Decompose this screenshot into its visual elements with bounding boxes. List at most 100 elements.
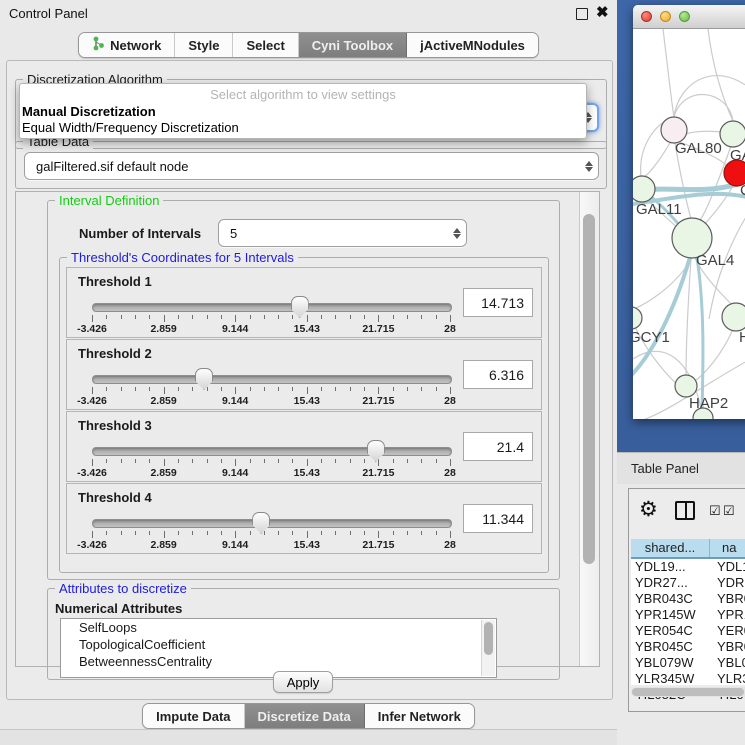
slider-tick-label: 2.859	[150, 539, 176, 551]
slider-tick	[393, 459, 394, 463]
network-node-label: GCY1	[633, 329, 670, 346]
table-toolbar: ⚙ ☑ ☑	[629, 489, 745, 535]
tab-network[interactable]: Network	[79, 33, 175, 57]
bottom-tab-impute-data[interactable]: Impute Data	[143, 704, 244, 728]
zoom-traffic-light-icon[interactable]	[679, 11, 690, 22]
table-data-combobox[interactable]: galFiltered.sif default node	[24, 152, 599, 180]
cell-name: YBR0	[709, 639, 745, 655]
slider-tick	[106, 315, 107, 319]
network-node-gal11[interactable]	[633, 176, 655, 202]
tab-label: Style	[188, 38, 219, 53]
node-table: shared...na YDL19...YDL1YDR27...YDR2YBR0…	[631, 539, 745, 685]
slider-tick	[393, 315, 394, 319]
threshold-slider[interactable]: -3.4262.8599.14415.4321.71528	[92, 438, 450, 478]
gear-icon[interactable]: ⚙	[639, 498, 658, 522]
slider-tick	[135, 315, 136, 319]
slider-tick	[407, 315, 408, 319]
column-header[interactable]: shared...	[631, 539, 710, 557]
threshold-slider[interactable]: -3.4262.8599.14415.4321.71528	[92, 510, 450, 550]
table-row[interactable]: YBL079WYBL0	[631, 655, 745, 671]
tab-jactivemnodules[interactable]: jActiveMNodules	[407, 33, 538, 57]
close-traffic-light-icon[interactable]	[641, 11, 652, 22]
table-row[interactable]: YBR045CYBR0	[631, 639, 745, 655]
checkbox-icon[interactable]: ☑	[723, 503, 735, 519]
tab-select[interactable]: Select	[233, 33, 298, 57]
tab-label: jActiveMNodules	[420, 38, 525, 53]
slider-tick	[164, 459, 165, 466]
apply-button[interactable]: Apply	[273, 671, 333, 693]
table-row[interactable]: YLR345WYLR3	[631, 671, 745, 687]
slider-tick-label: -3.426	[77, 467, 107, 479]
slider-tick	[149, 531, 150, 535]
bottom-tab-discretize-data[interactable]: Discretize Data	[245, 704, 365, 728]
table-hscrollbar[interactable]	[631, 687, 745, 697]
table-frame: ⚙ ☑ ☑ shared...na YDL19...YDL1YDR27...YD…	[628, 488, 745, 712]
tab-cyni-toolbox[interactable]: Cyni Toolbox	[299, 33, 407, 57]
close-icon[interactable]: ✖	[596, 3, 609, 21]
algorithm-option[interactable]: Equal Width/Frequency Discretization	[22, 120, 239, 135]
table-row[interactable]: YBR043CYBR0	[631, 591, 745, 607]
network-node-h[interactable]	[722, 303, 745, 331]
network-node-hap2[interactable]	[675, 375, 697, 397]
slider-tick	[321, 387, 322, 391]
network-node-gcy1[interactable]	[633, 307, 642, 329]
table-row[interactable]: YDL19...YDL1	[631, 559, 745, 575]
network-edge	[708, 29, 733, 121]
table-data-value: galFiltered.sif default node	[25, 159, 580, 174]
network-node-label: GAL4	[696, 252, 734, 269]
combo-arrows-icon	[580, 161, 598, 172]
cyni-toolbox-content: Discretization Algorithm Select algorith…	[6, 60, 613, 700]
slider-tick	[335, 315, 336, 319]
table-row[interactable]: YPR145WYPR1	[631, 607, 745, 623]
algorithm-dropdown-popup: Select algorithm to view settings Manual…	[19, 83, 587, 139]
slider-tick	[335, 459, 336, 463]
slider-handle[interactable]	[252, 512, 270, 534]
threshold-value-field[interactable]: 21.4	[463, 432, 533, 461]
threshold-value-field[interactable]: 6.316	[463, 360, 533, 389]
slider-tick	[292, 315, 293, 319]
slider-tick	[192, 387, 193, 391]
slider-tick	[92, 459, 93, 466]
threshold-slider[interactable]: -3.4262.8599.14415.4321.71528	[92, 366, 450, 406]
float-icon[interactable]	[576, 8, 588, 20]
attribute-list-item[interactable]: TopologicalCoefficient	[61, 636, 496, 653]
threshold-slider[interactable]: -3.4262.8599.14415.4321.71528	[92, 294, 450, 334]
network-node-label: GAL80	[675, 140, 722, 157]
slider-tick	[250, 315, 251, 319]
table-row[interactable]: YDR27...YDR2	[631, 575, 745, 591]
slider-tick	[407, 459, 408, 463]
attributes-scrollbar[interactable]	[481, 620, 495, 676]
num-intervals-label: Number of Intervals	[79, 226, 201, 241]
network-window-titlebar[interactable]	[633, 5, 745, 29]
checkbox-icon[interactable]: ☑	[709, 503, 721, 519]
pane-scrollbar[interactable]	[579, 192, 599, 666]
slider-tick	[178, 531, 179, 535]
slider-track	[92, 375, 452, 384]
slider-tick	[164, 387, 165, 394]
bottom-tab-infer-network[interactable]: Infer Network	[365, 704, 474, 728]
slider-tick	[235, 387, 236, 394]
network-edge	[686, 258, 691, 376]
split-columns-icon[interactable]	[675, 501, 695, 520]
network-node-ga[interactable]	[720, 121, 745, 147]
tab-style[interactable]: Style	[175, 33, 233, 57]
slider-handle[interactable]	[367, 440, 385, 462]
attribute-list-item[interactable]: SelfLoops	[61, 619, 496, 636]
attribute-list-item[interactable]: BetweennessCentrality	[61, 653, 496, 670]
slider-tick	[149, 387, 150, 391]
threshold-value-field[interactable]: 11.344	[463, 504, 533, 533]
minimize-traffic-light-icon[interactable]	[660, 11, 671, 22]
pane-scrollbar-thumb[interactable]	[583, 214, 595, 564]
slider-tick	[364, 387, 365, 391]
attributes-group-label: Attributes to discretize	[55, 581, 191, 596]
slider-handle[interactable]	[195, 368, 213, 390]
algorithm-option[interactable]: Manual Discretization	[22, 104, 156, 119]
network-canvas[interactable]: GAL80GACGAL11GAL4GCY1HHAP2	[633, 29, 745, 419]
threshold-value-field[interactable]: 14.713	[463, 288, 533, 317]
column-header[interactable]: na	[710, 539, 745, 557]
numerical-attributes-list: SelfLoopsTopologicalCoefficientBetweenne…	[60, 618, 497, 678]
cell-shared-name: YPR145W	[631, 607, 709, 623]
num-intervals-combobox[interactable]: 5	[218, 219, 467, 247]
table-row[interactable]: YER054CYER0	[631, 623, 745, 639]
slider-tick	[207, 315, 208, 319]
